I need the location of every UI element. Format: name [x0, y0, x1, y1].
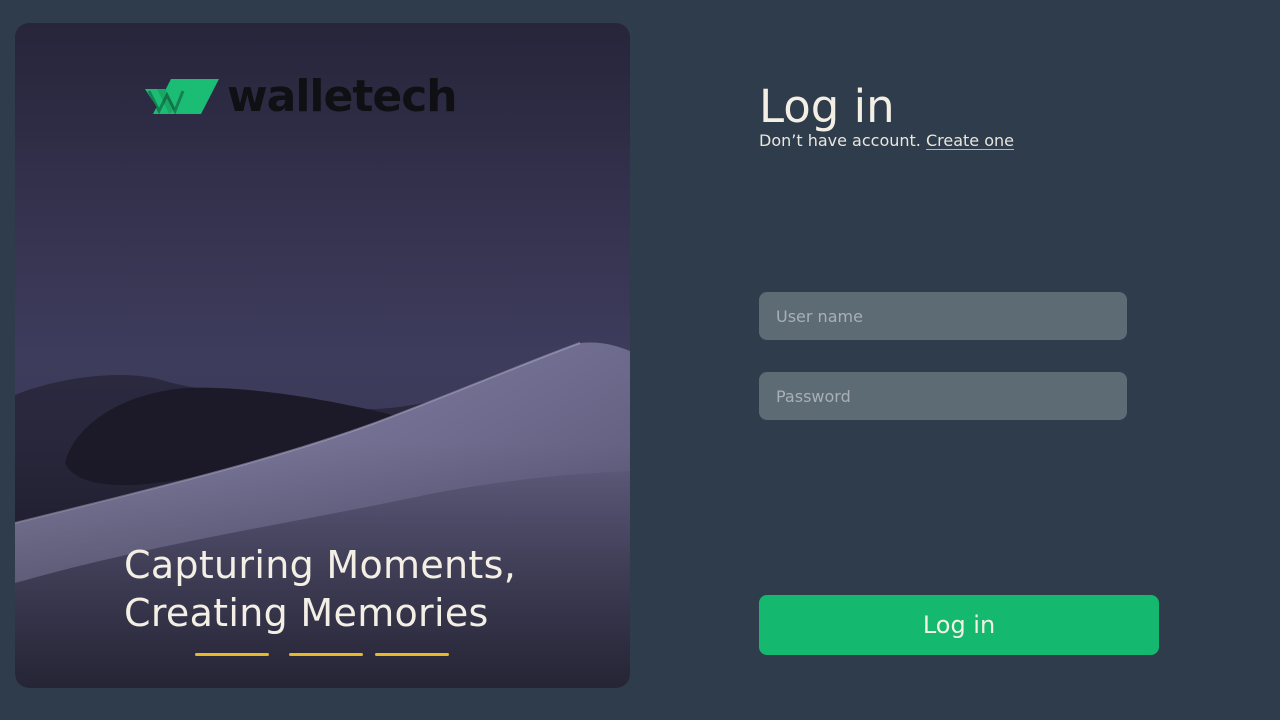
- slide-indicator-2[interactable]: [289, 653, 363, 656]
- walletech-logo-icon: [145, 79, 219, 115]
- hero-tagline: Capturing Moments, Creating Memories: [124, 541, 516, 637]
- password-input[interactable]: [759, 372, 1127, 420]
- signup-prompt-text: Don’t have account.: [759, 131, 921, 150]
- page-title: Log in: [759, 80, 895, 133]
- tagline-line-1: Capturing Moments,: [124, 543, 517, 587]
- username-input[interactable]: [759, 292, 1127, 340]
- slide-indicators: [195, 653, 449, 656]
- slide-indicator-1[interactable]: [195, 653, 269, 656]
- tagline-line-2: Creating Memories: [124, 591, 489, 635]
- brand-logo: walletech: [145, 71, 458, 122]
- brand-name: walletech: [227, 71, 458, 122]
- login-button[interactable]: Log in: [759, 595, 1159, 655]
- signup-prompt-line: Don’t have account. Create one: [759, 131, 1014, 151]
- hero-panel: walletech Capturing Moments, Creating Me…: [15, 23, 630, 688]
- slide-indicator-3[interactable]: [375, 653, 449, 656]
- create-account-link[interactable]: Create one: [926, 131, 1014, 150]
